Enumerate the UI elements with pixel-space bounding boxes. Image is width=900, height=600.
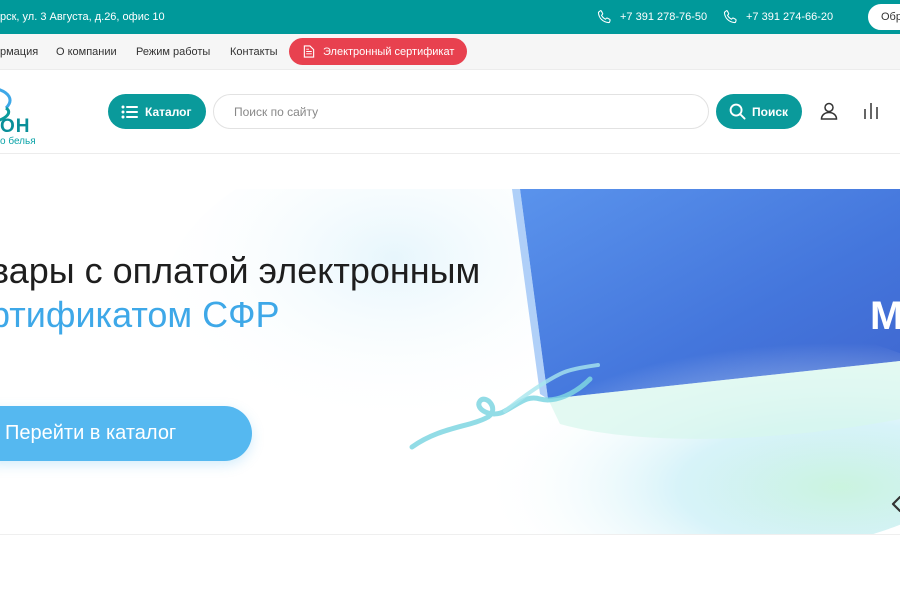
top-info-bar: рск, ул. 3 Августа, д.26, офис 10 +7 391… — [0, 0, 900, 34]
address-text: рск, ул. 3 Августа, д.26, офис 10 — [0, 11, 165, 23]
logo-name: ОН — [0, 116, 31, 137]
phone-link-2[interactable]: +7 391 274-66-20 — [722, 0, 833, 34]
secondary-nav: рмация О компании Режим работы Контакты … — [0, 34, 900, 70]
banner-title: вары с оплатой электронным ртификатом СФ… — [0, 249, 480, 337]
banner-title-line-1: вары с оплатой электронным — [0, 250, 481, 291]
menu-icon — [121, 105, 138, 118]
banner-title-line-2: ртификатом СФР — [0, 294, 280, 335]
user-icon[interactable] — [820, 102, 838, 120]
nav-link-hours[interactable]: Режим работы — [136, 34, 210, 70]
document-icon — [303, 45, 315, 58]
nav-link-info[interactable]: рмация — [0, 34, 38, 70]
main-header: ОН о белья Каталог Поиск — [0, 70, 900, 154]
search-icon — [729, 103, 746, 120]
promo-banner[interactable]: вары с оплатой электронным ртификатом СФ… — [0, 189, 900, 535]
banner-illustration — [0, 189, 900, 534]
search-input[interactable] — [213, 94, 709, 129]
logo-tagline: о белья — [0, 136, 36, 147]
electronic-certificate-button[interactable]: Электронный сертификат — [289, 38, 467, 65]
search-button[interactable]: Поиск — [716, 94, 802, 129]
nav-link-contacts[interactable]: Контакты — [230, 34, 278, 70]
phone-icon — [723, 10, 737, 24]
phone-number-2: +7 391 274-66-20 — [746, 11, 834, 23]
phone-link-1[interactable]: +7 391 278-76-50 — [596, 0, 707, 34]
catalog-button-label: Каталог — [145, 104, 192, 119]
catalog-button[interactable]: Каталог — [108, 94, 206, 129]
slider-prev-arrow-icon[interactable] — [890, 495, 900, 513]
page-content-area — [0, 536, 900, 600]
callback-button[interactable]: Обр — [868, 4, 900, 30]
search-button-label: Поиск — [752, 104, 789, 119]
certificate-button-label: Электронный сертификат — [323, 45, 455, 58]
card-letter-text: М — [870, 294, 900, 338]
phone-number-1: +7 391 278-76-50 — [620, 11, 708, 23]
go-to-catalog-button[interactable]: Перейти в каталог — [0, 406, 252, 461]
site-logo[interactable]: ОН о белья — [0, 86, 60, 147]
nav-link-about[interactable]: О компании — [56, 34, 117, 70]
card-letter: М — [870, 294, 900, 338]
phone-icon — [597, 10, 611, 24]
compare-icon[interactable] — [863, 102, 879, 120]
